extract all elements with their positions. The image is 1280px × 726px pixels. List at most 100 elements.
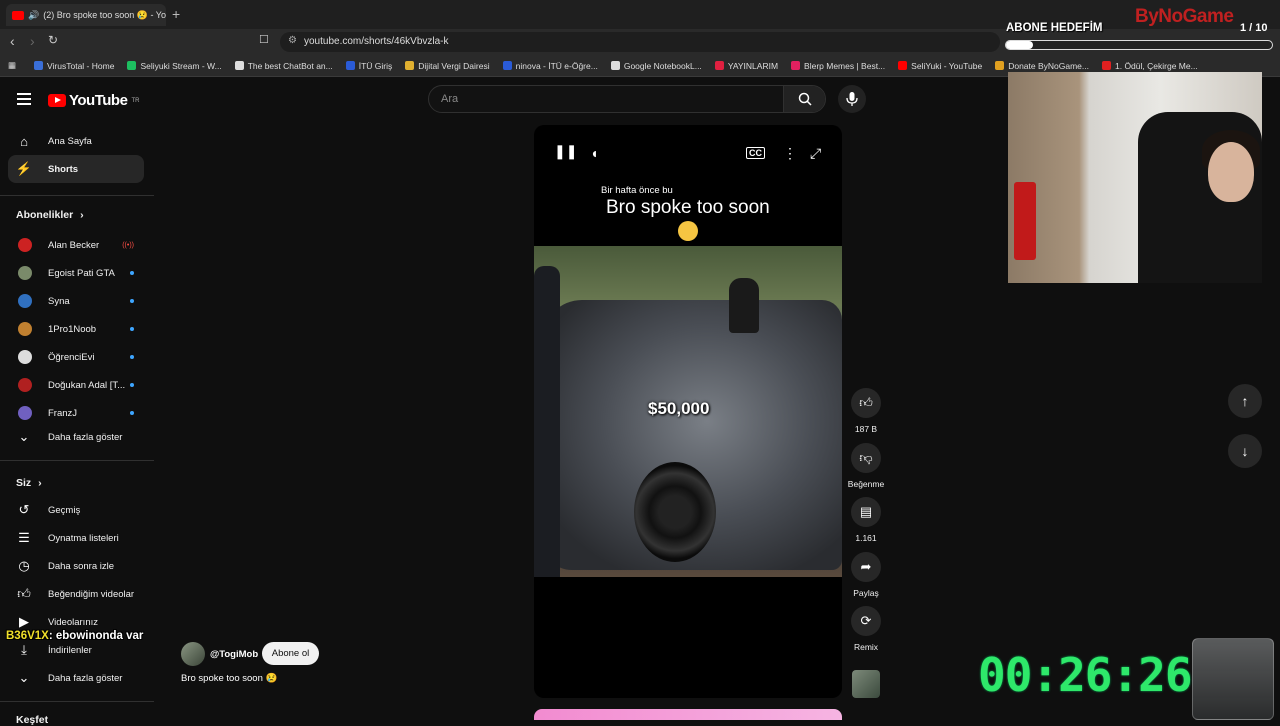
url-field[interactable]: ⚙ youtube.com/shorts/46kVbvzla-k [280,32,1000,52]
search-input[interactable] [441,93,771,105]
comment-icon: ▤ [851,497,881,527]
more-options-icon[interactable]: ⋮ [783,145,797,162]
bookmark-item[interactable]: Blerp Memes | Best... [791,61,885,71]
bookmark-favicon-icon [234,61,244,70]
comments-button[interactable]: ▤ 1.161 [850,497,882,543]
channel-avatar[interactable] [181,642,205,666]
sidebar-item-subscription[interactable]: Alan Becker ((•)) [8,231,144,259]
subscriptions-header[interactable]: Abonelikler › [16,209,84,221]
remix-label: Remix [853,642,879,652]
voice-search-button[interactable] [838,85,866,113]
microphone-icon [846,92,858,106]
previous-short-button[interactable]: ↑ [1228,384,1262,418]
you-header[interactable]: Siz › [16,477,42,489]
browser-tab[interactable]: 🔊 (2) Bro spoke too soon 😢 - YouTube [6,4,166,26]
bookmark-favicon-icon [791,61,801,70]
download-icon: ⤓ [21,642,27,657]
divider [0,195,154,196]
share-button[interactable]: ➦ Paylaş [850,552,882,598]
thumbs-up-icon: 👍︎ [17,586,31,601]
bookmark-favicon-icon [34,61,44,70]
person-back [729,278,759,333]
sidebar-item-subscription[interactable]: Syna [8,287,144,315]
sidebar-item-label: ÖğrenciEvi [48,351,95,363]
pause-icon[interactable]: ❚❚ [554,143,577,160]
bookmark-item[interactable]: YAYINLARIM [714,61,778,71]
sidebar-item-label: Ana Sayfa [48,135,92,147]
video-caption-big: Bro spoke too soon [606,197,770,218]
like-button[interactable]: 👍︎ 187 B [850,388,882,434]
bookmark-favicon-icon [405,61,415,70]
bookmark-item[interactable]: SeliYuki - YouTube [898,61,982,71]
playlist-icon: ☰ [18,530,30,545]
site-info-icon[interactable]: ⚙ [288,35,297,46]
youtube-logo[interactable]: YouTube TR [48,92,139,109]
apps-icon[interactable]: ▦ [8,60,16,71]
sidebar-item-you[interactable]: ☰ Oynatma listeleri [8,524,144,552]
reload-icon[interactable]: ↻ [48,33,58,47]
subs-show-more[interactable]: ⌄ Daha fazla göster [8,423,144,451]
bookmark-item[interactable]: İTÜ Giriş [345,61,392,71]
menu-icon[interactable] [17,93,31,108]
sidebar-item-label: Shorts [48,163,79,175]
sidebar-item-label: FranzJ [48,407,78,419]
sidebar-item-you[interactable]: ↺ Geçmiş [8,496,144,524]
you-show-more[interactable]: ⌄ Daha fazla göster [8,664,144,692]
forward-icon[interactable]: › [30,33,35,49]
sidebar-item-label: Doğukan Adal [T... [48,379,126,391]
bookmark-item[interactable]: Dijital Vergi Dairesi [405,61,490,71]
channel-avatar [18,406,32,420]
sidebar-item-you[interactable]: 👍︎ Beğendiğim videolar [8,580,144,608]
subscriber-goal-title: ABONE HEDEFİM [1006,22,1103,34]
sidebar-item-shorts[interactable]: ⚡ Shorts [8,155,144,183]
search-button[interactable] [783,86,825,112]
sidebar-item-you[interactable]: ◷ Daha sonra izle [8,552,144,580]
webcam-face [1208,142,1254,202]
bookmark-favicon-icon [127,61,137,70]
bookmark-item[interactable]: The best ChatBot an... [234,60,333,71]
bookmark-label: Google NotebookL... [623,60,702,71]
sidebar-item-subscription[interactable]: Doğukan Adal [T... [8,371,144,399]
bookmark-favicon-icon [714,61,724,70]
volume-icon[interactable]: ◖ [590,145,598,161]
chevron-right-icon: › [38,477,42,489]
sidebar-item-label: Alan Becker [48,239,100,251]
sound-thumbnail[interactable] [852,670,880,698]
bookmark-icon[interactable]: ☐ [259,33,269,46]
chat-username: B36V1X [6,630,49,642]
bookmark-label: 1. Ödül, Çekirge Me... [1115,60,1198,71]
captions-icon[interactable]: CC [746,147,765,159]
bookmark-label: The best ChatBot an... [247,60,333,71]
bookmark-item[interactable]: Google NotebookL... [610,60,702,71]
sidebar-item-home[interactable]: ⌂ Ana Sayfa [8,127,144,155]
share-icon: ➦ [851,552,881,582]
next-short-button[interactable]: ↓ [1228,434,1262,468]
subscribe-button[interactable]: Abone ol [262,642,319,665]
back-icon[interactable]: ‹ [10,33,15,49]
new-content-dot [130,383,134,387]
arrow-down-icon: ↓ [1241,443,1249,459]
search-box [428,85,826,113]
dislike-button[interactable]: 👎︎ Beğenme [848,443,884,489]
bookmark-label: SeliYuki - YouTube [911,60,983,71]
channel-name[interactable]: @TogiMob [210,649,258,660]
sidebar-item-subscription[interactable]: 1Pro1Noob [8,315,144,343]
sidebar-item-subscription[interactable]: Egoist Pati GTA [8,259,144,287]
bookmark-item[interactable]: VirusTotal - Home [34,61,114,71]
remix-button[interactable]: ⟳ Remix [850,606,882,652]
bookmark-item[interactable]: Seliyuki Stream - W... [127,61,222,71]
shorts-player[interactable]: ❚❚ ◖ CC ⋮ ⤢ Bir hafta önce bu Bro spoke … [534,125,842,698]
bookmark-item[interactable]: Donate ByNoGame... [995,61,1089,71]
bookmark-item[interactable]: 1. Ödül, Çekirge Me... [1102,61,1198,71]
bookmark-favicon-icon [345,61,355,70]
video-title: Bro spoke too soon 😢 [181,673,278,684]
sidebar-item-label: İndirilenler [48,644,92,656]
channel-avatar [18,266,32,280]
new-content-dot [130,271,134,275]
new-tab-icon[interactable]: + [172,6,180,22]
channel-avatar [18,350,32,364]
shorts-icon: ⚡ [15,161,33,176]
bookmark-item[interactable]: ninova - İTÜ e-Öğre... [502,61,598,71]
sidebar-item-subscription[interactable]: ÖğrenciEvi [8,343,144,371]
fullscreen-icon[interactable]: ⤢ [810,145,821,162]
